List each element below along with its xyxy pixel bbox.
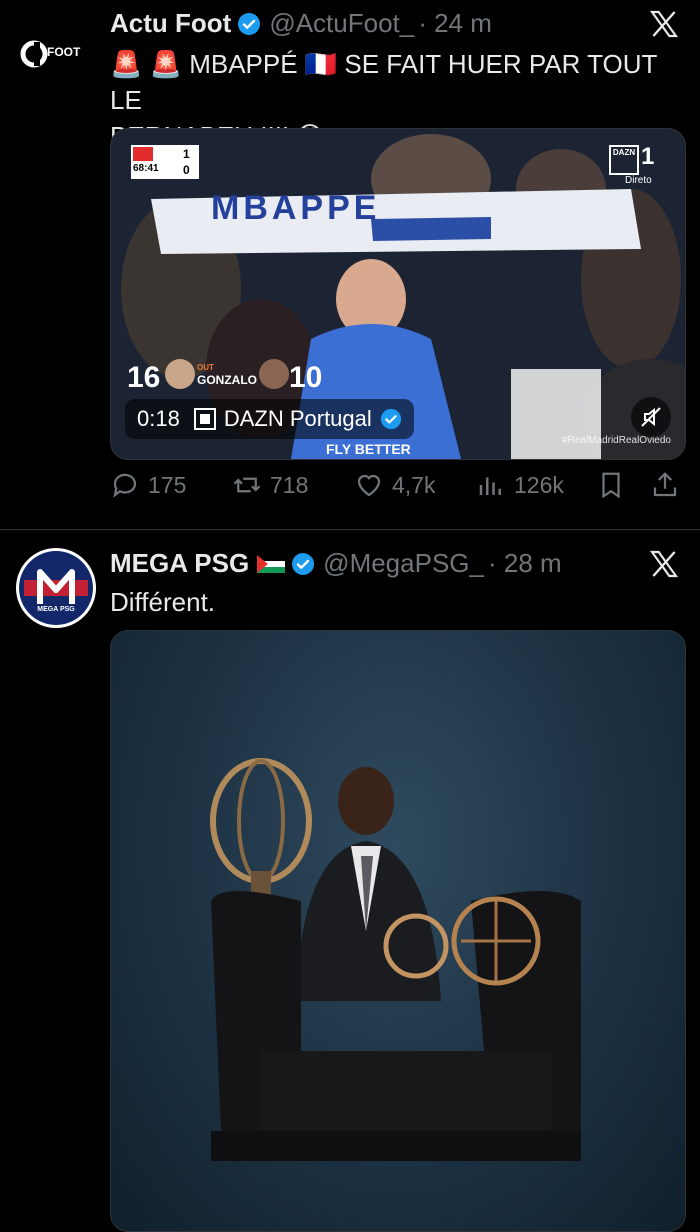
tweet-header: MEGA PSG @MegaPSG_ · 28 m: [110, 548, 562, 579]
sub-out-number: 16: [127, 361, 161, 394]
video-duration: 0:18: [137, 406, 180, 431]
substitution-graphic: 16 OUT GONZALO 10: [121, 357, 323, 401]
x-logo-icon[interactable]: [648, 548, 680, 580]
like-button[interactable]: 4,7k: [354, 470, 435, 500]
verified-badge-icon: [238, 12, 261, 35]
tweet-megapsg[interactable]: MEGA PSG MEGA PSG @MegaPSG_ · 28 m Diffé…: [0, 530, 700, 1232]
direto-label: Direto: [625, 175, 652, 186]
mute-button[interactable]: [631, 397, 671, 437]
tweet-image[interactable]: [110, 630, 686, 1232]
heart-icon: [357, 474, 381, 497]
megapsg-logo-icon: [19, 551, 93, 625]
views-button[interactable]: 126k: [476, 470, 564, 500]
tweet-header: Actu Foot @ActuFoot_ · 24 m: [110, 8, 492, 39]
bookmark-icon: [602, 472, 620, 499]
reply-button[interactable]: 175: [110, 470, 186, 500]
author-name[interactable]: Actu Foot: [110, 8, 231, 39]
tweet-actufoot[interactable]: FOOT Actu Foot @ActuFoot_ · 24 m 🚨 🚨 MBA…: [0, 0, 700, 530]
sub-out-label: OUT: [197, 363, 214, 372]
player-in-avatar: [259, 359, 289, 389]
repost-count: 718: [270, 471, 309, 498]
bookmark-button[interactable]: [596, 470, 634, 500]
dazn-badge: DAZN 1 Direto: [609, 143, 665, 186]
like-count: 4,7k: [392, 471, 436, 498]
photo-illustration: [210, 758, 581, 1161]
sub-in-number: 10: [289, 361, 323, 394]
verified-badge-icon: [380, 408, 401, 430]
repost-icon: [233, 477, 261, 493]
league-logo-icon: [133, 147, 153, 161]
sub-out-name: GONZALO: [197, 373, 257, 387]
dazn-source-icon: [193, 408, 216, 430]
video-info-chip: 0:18 DAZN Portugal: [125, 399, 414, 439]
home-score: 1: [183, 147, 190, 161]
match-clock: 68:41: [133, 163, 159, 174]
dazn-channel: 1: [641, 143, 655, 170]
tweet-text: Différent.: [110, 587, 216, 617]
view-count: 126k: [514, 471, 564, 498]
shirt-text: FLY BETTER: [326, 441, 411, 457]
away-score: 0: [183, 163, 190, 177]
reply-count: 175: [148, 471, 187, 498]
author-handle[interactable]: @ActuFoot_: [269, 8, 414, 39]
share-button[interactable]: [650, 470, 688, 500]
video-source: DAZN Portugal: [223, 406, 372, 431]
mute-icon: [641, 407, 661, 427]
avatar-label: MEGA PSG: [37, 606, 75, 613]
avatar-actufoot[interactable]: FOOT: [20, 28, 86, 80]
author-handle[interactable]: @MegaPSG_: [323, 548, 484, 579]
tweet-text-line: 🚨 🚨 MBAPPÉ 🇫🇷 SE FAIT HUER PAR TOUT LE: [110, 49, 657, 115]
tweet-actions: 175 718 4,7k 126k: [110, 470, 684, 510]
repost-button[interactable]: 718: [232, 470, 308, 500]
timestamp[interactable]: · 24 m: [418, 8, 492, 39]
verified-badge-icon: [292, 552, 315, 575]
avatar-label: FOOT: [47, 45, 81, 59]
x-logo-icon[interactable]: [648, 8, 680, 40]
avatar-megapsg[interactable]: MEGA PSG: [16, 548, 96, 628]
palestine-flag-icon: [257, 554, 286, 573]
timestamp[interactable]: · 28 m: [488, 548, 562, 579]
scoreboard: 1 0 68:41: [131, 145, 199, 179]
share-icon: [653, 472, 677, 497]
author-name[interactable]: MEGA PSG: [110, 548, 249, 579]
dazn-logo-icon: DAZN: [609, 145, 639, 175]
video-player[interactable]: MBAPPE FLY BETTER 1 0 68:41 DAZN 1 Diret…: [110, 128, 686, 460]
scarf-text: MBAPPE: [211, 189, 381, 227]
reply-icon: [113, 473, 137, 498]
player-out-avatar: [165, 359, 195, 389]
views-chart-icon: [479, 477, 501, 495]
